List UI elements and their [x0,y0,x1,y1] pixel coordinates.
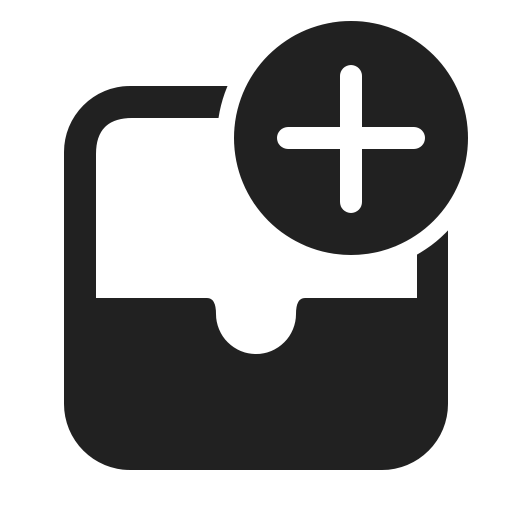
icon-canvas [0,0,512,512]
mail-inbox-add-icon [64,21,468,470]
inbox-add-icon-wrapper [0,0,512,512]
add-badge [234,21,468,255]
